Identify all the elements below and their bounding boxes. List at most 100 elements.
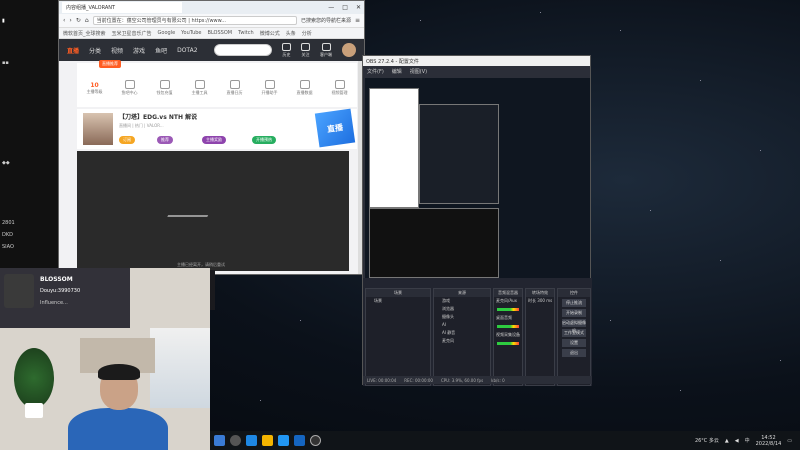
tag-pill[interactable]: 主播奖励 bbox=[202, 136, 226, 144]
source-item[interactable]: 麦克风 bbox=[434, 337, 490, 345]
webcam-feed: BLOSSOM Douyu:3990730 Influence... bbox=[0, 268, 210, 450]
bookmark-item[interactable]: 微软首页_全球搜索 bbox=[63, 30, 106, 37]
exit-button[interactable]: 退出 bbox=[562, 349, 586, 357]
transition-duration[interactable]: 300 ms bbox=[537, 298, 552, 303]
source-item[interactable]: AI 静音 bbox=[434, 329, 490, 337]
menu-item[interactable]: 10 主播等级 bbox=[87, 82, 103, 95]
tool-icon bbox=[194, 80, 205, 89]
menu-edit[interactable]: 编辑 bbox=[392, 68, 402, 75]
fishbar-icon bbox=[124, 80, 135, 89]
background-window bbox=[150, 328, 210, 408]
page-title-right: 已搜索您的导航栏来源 bbox=[300, 18, 351, 24]
page-content: 直播推荐 10 主播等级 鱼吧中心 钱包充值 主播工具 直播日历 开播助手 直播数… bbox=[59, 60, 364, 274]
client-button[interactable]: 客户端 bbox=[320, 42, 332, 58]
source-item[interactable]: 摄像头 bbox=[434, 313, 490, 321]
taskbar: 26°C 多云 ▲ ◀ 中 14:52 2022/8/14 ▭ bbox=[210, 431, 800, 450]
menu-item[interactable]: 鱼吧中心 bbox=[122, 80, 138, 96]
tag-pill[interactable]: 推荐 bbox=[157, 136, 173, 144]
browser-tab[interactable]: 内容组播_VALORANT bbox=[62, 2, 182, 13]
stop-stream-button[interactable]: 停止推流 bbox=[562, 299, 586, 307]
folder-icon[interactable] bbox=[262, 435, 273, 446]
avatar[interactable] bbox=[342, 43, 356, 57]
nested-obs-docks bbox=[369, 208, 499, 278]
follow-button[interactable]: 关注 bbox=[301, 42, 310, 58]
virtual-cam-button[interactable]: 启动虚拟摄像机 bbox=[562, 319, 586, 333]
menu-item[interactable]: 视频管理 bbox=[332, 80, 348, 96]
search-input[interactable] bbox=[214, 44, 272, 56]
menu-view[interactable]: 视图(V) bbox=[410, 68, 427, 75]
scene-item[interactable]: 场景 bbox=[366, 297, 430, 305]
obs-title: OBS 27.2.4 - 配置文件 bbox=[366, 58, 419, 65]
bookmark-item[interactable]: 头条 bbox=[286, 30, 296, 37]
home-icon[interactable]: ⌂ bbox=[85, 17, 89, 24]
language-indicator[interactable]: 中 bbox=[745, 437, 750, 444]
promo-banner[interactable]: 直播 bbox=[314, 108, 356, 148]
obs-menubar: 文件(F) 编辑 视图(V) bbox=[363, 66, 590, 76]
person-hair bbox=[98, 364, 140, 380]
bookmark-item[interactable]: Google bbox=[158, 30, 176, 36]
menu-item[interactable]: 直播日历 bbox=[227, 80, 243, 96]
weather[interactable]: 26°C 多云 bbox=[695, 437, 719, 444]
minimize-icon[interactable]: — bbox=[328, 4, 334, 11]
tag-pill[interactable]: 开播预热 bbox=[252, 136, 276, 144]
scenes-dock: 场景 场景 bbox=[365, 288, 431, 386]
url-input[interactable]: 当前位置在：蕴空公司管理员与有限公司 | https://www... bbox=[92, 16, 297, 25]
app-icon[interactable] bbox=[294, 435, 305, 446]
settings-button[interactable]: 设置 bbox=[562, 339, 586, 347]
transitions-dock: 转场特效 时长 300 ms bbox=[525, 288, 555, 386]
close-icon[interactable]: ✕ bbox=[356, 4, 361, 11]
start-icon[interactable] bbox=[214, 435, 225, 446]
streamer-name: BLOSSOM bbox=[40, 276, 73, 283]
search-icon[interactable] bbox=[230, 435, 241, 446]
studio-mode-button[interactable]: 工作室模式 bbox=[562, 329, 586, 337]
start-record-button[interactable]: 开始录制 bbox=[562, 309, 586, 317]
forward-icon[interactable]: › bbox=[69, 17, 71, 24]
live-badge: 直播推荐 bbox=[99, 60, 121, 68]
source-item[interactable]: 浏览器 bbox=[434, 305, 490, 313]
nav-item-live[interactable]: 直播 bbox=[67, 46, 79, 55]
menu-file[interactable]: 文件(F) bbox=[367, 68, 384, 75]
source-item[interactable]: AI bbox=[434, 321, 490, 329]
nav-item-fishbar[interactable]: 鱼吧 bbox=[155, 46, 167, 55]
helper-icon bbox=[264, 80, 275, 89]
menu-icon[interactable]: ≡ bbox=[355, 17, 360, 24]
streamer-id: Douyu:3990730 bbox=[40, 288, 81, 294]
bookmark-item[interactable]: Twitch bbox=[238, 30, 254, 36]
bookmark-item[interactable]: 分析 bbox=[302, 30, 312, 37]
menu-item[interactable]: 主播工具 bbox=[192, 80, 208, 96]
nav-item-game[interactable]: 游戏 bbox=[133, 46, 145, 55]
refresh-icon[interactable]: ↻ bbox=[76, 17, 81, 24]
nav-item-video[interactable]: 视频 bbox=[111, 46, 123, 55]
audio-meter bbox=[497, 308, 519, 311]
bookmark-item[interactable]: 微博公式 bbox=[260, 30, 280, 37]
menu-item[interactable]: 钱包充值 bbox=[157, 80, 173, 96]
nav-item-category[interactable]: 分类 bbox=[89, 46, 101, 55]
plant-pot bbox=[25, 403, 43, 418]
obs-docks: 场景 场景 来源 游戏 浏览器 摄像头 AI AI 静音 麦克风 音频混音器 麦… bbox=[363, 278, 592, 386]
obs-icon[interactable] bbox=[310, 435, 321, 446]
back-icon[interactable]: ‹ bbox=[63, 17, 65, 24]
bookmark-item[interactable]: BLOSSOM bbox=[208, 30, 233, 36]
edge-icon[interactable] bbox=[246, 435, 257, 446]
tag-pill[interactable]: 订阅 bbox=[119, 136, 135, 144]
streamer-tagline: Influence... bbox=[40, 300, 68, 306]
video-player[interactable]: 主播已经离开，请稍后重试 bbox=[77, 151, 349, 271]
streamer-label: BLOSSOM Douyu:3990730 Influence... bbox=[0, 268, 130, 328]
menu-item[interactable]: 直播数据 bbox=[297, 80, 313, 96]
notification-icon[interactable]: ▭ bbox=[787, 438, 792, 444]
history-button[interactable]: 历史 bbox=[282, 42, 291, 58]
wallet-icon bbox=[159, 80, 170, 89]
bookmark-item[interactable]: YouTube bbox=[181, 30, 201, 36]
clock[interactable]: 14:52 2022/8/14 bbox=[756, 435, 782, 447]
bookmark-item[interactable]: 玉米卫星音乐广告 bbox=[112, 30, 152, 37]
streamer-avatar[interactable] bbox=[83, 113, 113, 145]
obs-window: OBS 27.2.4 - 配置文件 文件(F) 编辑 视图(V) 场景 场景 来… bbox=[362, 55, 592, 386]
maximize-icon[interactable]: □ bbox=[342, 4, 348, 11]
network-icon[interactable]: ▲ bbox=[725, 438, 729, 444]
browser-icon[interactable] bbox=[278, 435, 289, 446]
volume-icon[interactable]: ◀ bbox=[735, 438, 739, 444]
nav-item-dota2[interactable]: DOTA2 bbox=[177, 47, 197, 54]
menu-item[interactable]: 开播助手 bbox=[262, 80, 278, 96]
source-item[interactable]: 游戏 bbox=[434, 297, 490, 305]
obs-preview[interactable] bbox=[365, 78, 590, 278]
